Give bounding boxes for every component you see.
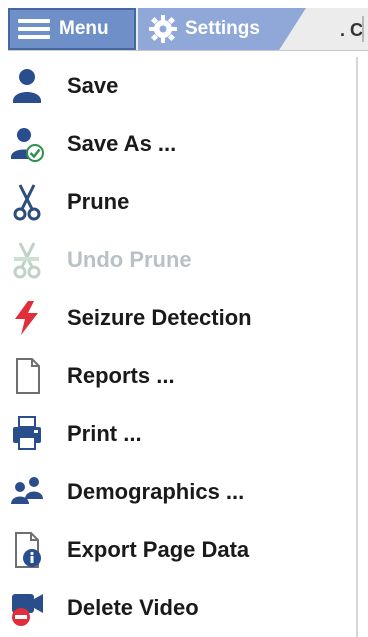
export-info-icon [15, 532, 41, 568]
menu-item-save-as[interactable]: Save As ... [8, 115, 356, 173]
menu-item-reports[interactable]: Reports ... [8, 347, 356, 405]
menu-item-label: Undo Prune [67, 247, 192, 272]
save-icon [13, 69, 41, 103]
menu-item-demographics[interactable]: Demographics ... [8, 463, 356, 521]
tab-menu[interactable]: Menu [8, 8, 136, 50]
save-as-icon [11, 128, 44, 162]
menu-item-label: Export Page Data [67, 537, 250, 562]
gear-icon [149, 15, 177, 43]
menu-item-label: Prune [67, 189, 130, 214]
undo-prune-icon [13, 242, 41, 279]
tab-divider [362, 16, 364, 42]
menu-item-delete-video[interactable]: Delete Video [8, 579, 356, 637]
tab-settings-label: Settings [185, 18, 260, 39]
printer-icon [13, 416, 41, 450]
menu-item-label: Save As ... [67, 131, 177, 156]
menu-item-undo-prune: Undo Prune [8, 231, 356, 289]
menu-item-label: Seizure Detection [67, 305, 252, 330]
tab-menu-label: Menu [59, 18, 109, 39]
scissors-icon [13, 184, 41, 221]
menu-item-label: Delete Video [67, 595, 199, 620]
menu-item-export-page-data[interactable]: Export Page Data [8, 521, 356, 579]
menu-item-label: Save [67, 73, 119, 98]
lightning-icon [15, 301, 38, 335]
document-icon [16, 358, 40, 394]
menu-item-print[interactable]: Print ... [8, 405, 356, 463]
menu-item-label: Print ... [67, 421, 142, 446]
menu-item-prune[interactable]: Prune [8, 173, 356, 231]
menu-item-seizure-detection[interactable]: Seizure Detection [8, 289, 356, 347]
hamburger-icon [18, 15, 50, 43]
main-menu-panel: Save Save As ... Prune Undo Prune Seizur… [8, 57, 358, 637]
tab-settings[interactable]: Settings [138, 8, 306, 50]
people-icon [11, 477, 43, 504]
toolbar: Menu Settings . C [0, 0, 368, 58]
menu-item-label: Reports ... [67, 363, 175, 388]
menu-item-save[interactable]: Save [8, 57, 356, 115]
tab-extra-label[interactable]: . C [340, 20, 363, 41]
delete-video-icon [12, 594, 43, 626]
menu-item-label: Demographics ... [67, 479, 245, 504]
